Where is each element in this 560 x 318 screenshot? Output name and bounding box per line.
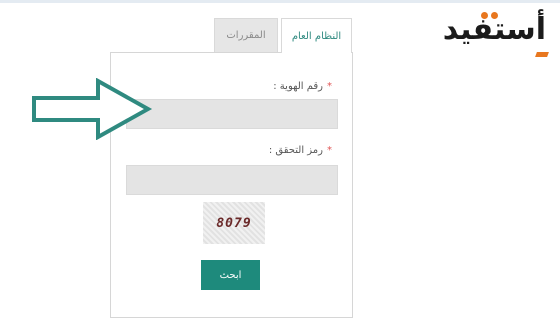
- tab-courses-label: المقررات: [226, 30, 266, 41]
- search-button[interactable]: ابحث: [201, 260, 260, 290]
- id-number-label-text: رقم الهوية :: [273, 81, 323, 92]
- logo-dot: [491, 12, 498, 19]
- required-star: *: [327, 81, 332, 92]
- id-number-label: * رقم الهوية :: [273, 81, 332, 92]
- arrow-right-icon: [32, 78, 153, 140]
- tab-courses[interactable]: المقررات: [214, 18, 278, 52]
- search-button-label: ابحث: [219, 269, 242, 281]
- captcha-image: 8079: [203, 202, 265, 244]
- tab-general-system[interactable]: النظام العام: [281, 18, 352, 53]
- tab-general-system-label: النظام العام: [291, 30, 342, 42]
- top-border: [0, 0, 560, 3]
- captcha-text: 8079: [216, 215, 252, 231]
- verification-code-input[interactable]: [126, 165, 338, 195]
- required-star: *: [327, 145, 332, 156]
- logo-dot: [481, 12, 488, 19]
- verification-code-label-text: رمز التحقق :: [268, 145, 323, 156]
- logo-mark: [535, 52, 549, 57]
- site-logo: أستفيد: [443, 12, 549, 57]
- verification-code-label: * رمز التحقق :: [269, 145, 332, 156]
- id-number-input[interactable]: [126, 99, 338, 129]
